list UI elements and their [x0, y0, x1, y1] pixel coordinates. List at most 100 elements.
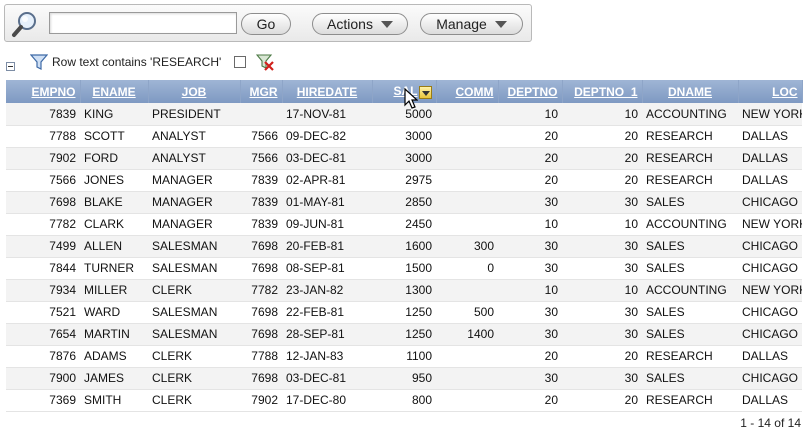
cell-mgr: 7839 [240, 169, 282, 192]
cell-mgr: 7698 [240, 323, 282, 346]
cell-dname: SALES [642, 301, 738, 324]
table-row: 7521 WARD SALESMAN 7698 22-FEB-81 1250 500 30 30… [6, 301, 802, 324]
cell-sal: 1600 [372, 235, 436, 258]
column-header-deptno[interactable]: DEPTNO [498, 80, 563, 103]
cell-empno: 7369 [6, 389, 80, 412]
cell-mgr: 7566 [240, 125, 282, 148]
cell-loc: DALLAS [738, 345, 802, 368]
cell-job: MANAGER [148, 213, 240, 236]
column-header-ename[interactable]: ENAME [80, 80, 149, 103]
column-header-hiredate[interactable]: HIREDATE [282, 80, 373, 103]
cell-hiredate: 03-DEC-81 [282, 147, 372, 170]
cell-comm: 500 [436, 301, 498, 324]
cell-deptno: 30 [498, 235, 562, 258]
cell-job: SALESMAN [148, 235, 240, 258]
cell-deptno-1: 20 [562, 345, 642, 368]
cell-empno: 7521 [6, 301, 80, 324]
column-header-comm[interactable]: COMM [436, 80, 499, 103]
cell-hiredate: 28-SEP-81 [282, 323, 372, 346]
cell-mgr: 7566 [240, 147, 282, 170]
column-header-empno[interactable]: EMPNO [6, 80, 81, 103]
cell-comm [436, 389, 498, 412]
cell-dname: RESEARCH [642, 389, 738, 412]
cell-job: ANALYST [148, 147, 240, 170]
cell-empno: 7654 [6, 323, 80, 346]
cell-dname: SALES [642, 257, 738, 280]
cell-empno: 7934 [6, 279, 80, 302]
table-row: 7654 MARTIN SALESMAN 7698 28-SEP-81 1250 1400 3… [6, 323, 802, 346]
cell-ename: ADAMS [80, 345, 148, 368]
cell-deptno-1: 10 [562, 103, 642, 126]
cell-ename: SCOTT [80, 125, 148, 148]
column-header-dname[interactable]: DNAME [642, 80, 739, 103]
cell-mgr [240, 103, 282, 126]
cell-comm: 0 [436, 257, 498, 280]
column-header-label: LOC [772, 84, 798, 99]
cell-hiredate: 03-DEC-81 [282, 367, 372, 390]
column-header-label: EMPNO [31, 84, 76, 99]
cell-hiredate: 09-JUN-81 [282, 213, 372, 236]
remove-filter-icon[interactable] [256, 53, 275, 71]
cell-loc: DALLAS [738, 169, 802, 192]
cell-dname: RESEARCH [642, 125, 738, 148]
search-input[interactable] [49, 12, 237, 34]
cell-loc: DALLAS [738, 147, 802, 170]
manage-menu-button[interactable]: Manage [420, 13, 523, 35]
column-header-mgr[interactable]: MGR [240, 80, 283, 103]
cell-job: MANAGER [148, 169, 240, 192]
column-header-loc[interactable]: LOC [738, 80, 803, 103]
cell-empno: 7782 [6, 213, 80, 236]
column-menu-icon[interactable] [418, 85, 432, 99]
cell-empno: 7499 [6, 235, 80, 258]
cell-comm [436, 345, 498, 368]
cell-deptno: 20 [498, 345, 562, 368]
cell-loc: DALLAS [738, 389, 802, 412]
cell-deptno: 20 [498, 169, 562, 192]
cell-mgr: 7902 [240, 389, 282, 412]
cell-ename: WARD [80, 301, 148, 324]
cell-dname: ACCOUNTING [642, 103, 738, 126]
go-button[interactable]: Go [241, 13, 291, 35]
table-row: 7902 FORD ANALYST 7566 03-DEC-81 3000 20 20 RESE… [6, 147, 802, 170]
cell-sal: 1300 [372, 279, 436, 302]
table-row: 7934 MILLER CLERK 7782 23-JAN-82 1300 10 10 ACCO… [6, 279, 802, 302]
cell-job: ANALYST [148, 125, 240, 148]
cell-mgr: 7698 [240, 257, 282, 280]
cell-deptno-1: 30 [562, 235, 642, 258]
collapse-icon[interactable] [6, 62, 15, 71]
column-header-deptno-1[interactable]: DEPTNO_1 [562, 80, 643, 103]
table-row: 7876 ADAMS CLERK 7788 12-JAN-83 1100 20 20 RESEA… [6, 345, 802, 368]
filter-description[interactable]: Row text contains 'RESEARCH' [52, 55, 221, 69]
cell-job: SALESMAN [148, 323, 240, 346]
actions-menu-button[interactable]: Actions [312, 13, 408, 35]
cell-sal: 2850 [372, 191, 436, 214]
cell-job: CLERK [148, 389, 240, 412]
magnifier-icon[interactable] [11, 10, 39, 38]
filter-enable-checkbox[interactable] [234, 56, 247, 68]
cell-deptno-1: 30 [562, 323, 642, 346]
cell-ename: JONES [80, 169, 148, 192]
cell-hiredate: 22-FEB-81 [282, 301, 372, 324]
cell-loc: CHICAGO [738, 257, 802, 280]
cell-empno: 7876 [6, 345, 80, 368]
cell-sal: 950 [372, 367, 436, 390]
cell-deptno-1: 20 [562, 169, 642, 192]
cell-ename: SMITH [80, 389, 148, 412]
cell-sal: 2450 [372, 213, 436, 236]
cell-hiredate: 09-DEC-82 [282, 125, 372, 148]
cell-ename: MARTIN [80, 323, 148, 346]
cell-deptno: 20 [498, 389, 562, 412]
table-row: 7788 SCOTT ANALYST 7566 09-DEC-82 3000 20 20 RES… [6, 125, 802, 148]
cell-hiredate: 17-DEC-80 [282, 389, 372, 412]
cell-ename: KING [80, 103, 148, 126]
cell-loc: CHICAGO [738, 367, 802, 390]
report-table: EMPNO ENAME JOB MGR HIREDATE SAL COMM DE… [6, 80, 803, 412]
funnel-icon[interactable] [30, 53, 48, 71]
column-header-job[interactable]: JOB [148, 80, 241, 103]
pagination-summary: 1 - 14 of 14 [740, 416, 801, 430]
cell-deptno: 30 [498, 367, 562, 390]
chevron-down-icon [494, 20, 507, 28]
cell-ename: JAMES [80, 367, 148, 390]
cell-deptno: 30 [498, 301, 562, 324]
cell-hiredate: 08-SEP-81 [282, 257, 372, 280]
